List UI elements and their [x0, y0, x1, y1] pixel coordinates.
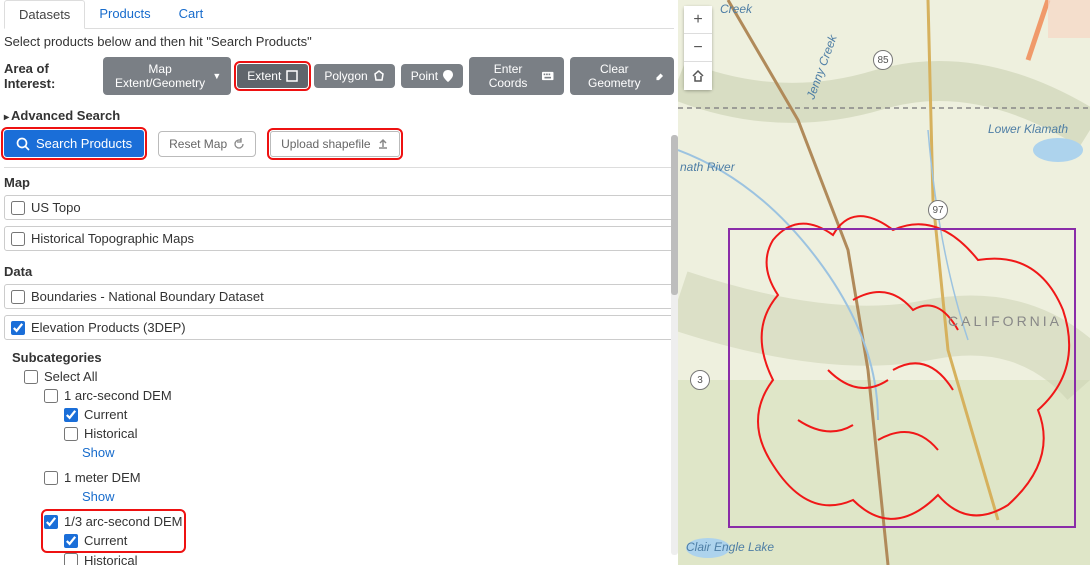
- route-97-shield: 97: [928, 200, 948, 220]
- one-arc-current-checkbox[interactable]: [64, 408, 78, 422]
- caret-down-icon: ▼: [212, 71, 221, 81]
- one-arc-historical-label: Historical: [84, 426, 137, 441]
- home-extent-button[interactable]: [684, 62, 712, 90]
- map-extent-geometry-button[interactable]: Map Extent/Geometry▼: [103, 57, 231, 95]
- aoi-label: Area of Interest:: [4, 61, 97, 91]
- historical-topo-checkbox[interactable]: [11, 232, 25, 246]
- one-arc-checkbox[interactable]: [44, 389, 58, 403]
- one-third-arc-checkbox[interactable]: [44, 515, 58, 529]
- clear-geometry-button[interactable]: Clear Geometry: [570, 57, 674, 95]
- historical-topo-label: Historical Topographic Maps: [31, 231, 194, 246]
- one-arc-label: 1 arc-second DEM: [64, 388, 172, 403]
- select-all-label: Select All: [44, 369, 97, 384]
- one-third-arc-historical-item[interactable]: Historical: [64, 551, 674, 565]
- reset-map-button[interactable]: Reset Map: [158, 131, 256, 157]
- instruction-text: Select products below and then hit "Sear…: [4, 29, 674, 57]
- one-third-arc-label: 1/3 arc-second DEM: [64, 514, 183, 529]
- map-section-header: Map: [4, 168, 674, 195]
- scrollbar-thumb[interactable]: [671, 135, 678, 295]
- one-third-arc-current-label: Current: [84, 533, 127, 548]
- us-topo-row[interactable]: US Topo: [4, 195, 674, 220]
- one-third-arc-historical-label: Historical: [84, 553, 137, 565]
- subcategories-header: Subcategories: [4, 346, 674, 367]
- upload-icon: [377, 138, 389, 150]
- advanced-search-toggle[interactable]: Advanced Search: [4, 105, 674, 130]
- tab-datasets[interactable]: Datasets: [4, 0, 85, 29]
- tab-cart[interactable]: Cart: [165, 0, 218, 28]
- enter-coords-button[interactable]: Enter Coords: [469, 57, 564, 95]
- boundaries-checkbox[interactable]: [11, 290, 25, 304]
- one-meter-show-link[interactable]: Show: [64, 487, 674, 512]
- extent-button[interactable]: Extent: [237, 64, 308, 88]
- one-arc-current-item[interactable]: Current: [64, 405, 674, 424]
- polygon-icon: [373, 70, 385, 82]
- select-all-item[interactable]: Select All: [24, 367, 674, 386]
- upload-shapefile-button[interactable]: Upload shapefile: [270, 131, 399, 157]
- point-icon: [443, 70, 453, 82]
- us-topo-checkbox[interactable]: [11, 201, 25, 215]
- one-arc-historical-checkbox[interactable]: [64, 427, 78, 441]
- search-icon: [16, 137, 30, 151]
- one-third-arc-item[interactable]: 1/3 arc-second DEM: [44, 512, 183, 531]
- one-meter-checkbox[interactable]: [44, 471, 58, 485]
- one-meter-label: 1 meter DEM: [64, 470, 141, 485]
- elevation-checkbox[interactable]: [11, 321, 25, 335]
- us-topo-label: US Topo: [31, 200, 81, 215]
- data-section-header: Data: [4, 257, 674, 284]
- one-third-arc-current-item[interactable]: Current: [64, 531, 183, 550]
- historical-topo-row[interactable]: Historical Topographic Maps: [4, 226, 674, 251]
- elevation-label: Elevation Products (3DEP): [31, 320, 186, 335]
- elevation-row[interactable]: Elevation Products (3DEP): [4, 315, 674, 340]
- one-meter-item[interactable]: 1 meter DEM: [44, 468, 674, 487]
- polygon-button[interactable]: Polygon: [314, 64, 394, 88]
- map-canvas[interactable]: Creek Jenny Creek Lower Klamath nath Riv…: [678, 0, 1090, 565]
- zoom-in-button[interactable]: +: [684, 6, 712, 34]
- one-arc-historical-item[interactable]: Historical: [64, 424, 674, 443]
- boundaries-row[interactable]: Boundaries - National Boundary Dataset: [4, 284, 674, 309]
- tab-products[interactable]: Products: [85, 0, 164, 28]
- keyboard-icon: [542, 71, 553, 81]
- search-products-button[interactable]: Search Products: [4, 130, 144, 157]
- point-button[interactable]: Point: [401, 64, 463, 88]
- one-arc-item[interactable]: 1 arc-second DEM: [44, 386, 674, 405]
- select-all-checkbox[interactable]: [24, 370, 38, 384]
- refresh-icon: [233, 138, 245, 150]
- home-icon: [691, 69, 705, 83]
- one-arc-current-label: Current: [84, 407, 127, 422]
- route-85-shield: 85: [873, 50, 893, 70]
- extent-icon: [286, 70, 298, 82]
- route-3-shield: 3: [690, 370, 710, 390]
- one-arc-show-link[interactable]: Show: [64, 443, 674, 468]
- eraser-icon: [654, 70, 664, 82]
- boundaries-label: Boundaries - National Boundary Dataset: [31, 289, 264, 304]
- one-third-arc-historical-checkbox[interactable]: [64, 553, 78, 565]
- zoom-out-button[interactable]: −: [684, 34, 712, 62]
- scrollbar[interactable]: [671, 135, 678, 555]
- one-third-arc-current-checkbox[interactable]: [64, 534, 78, 548]
- selection-extent-box[interactable]: [728, 228, 1076, 528]
